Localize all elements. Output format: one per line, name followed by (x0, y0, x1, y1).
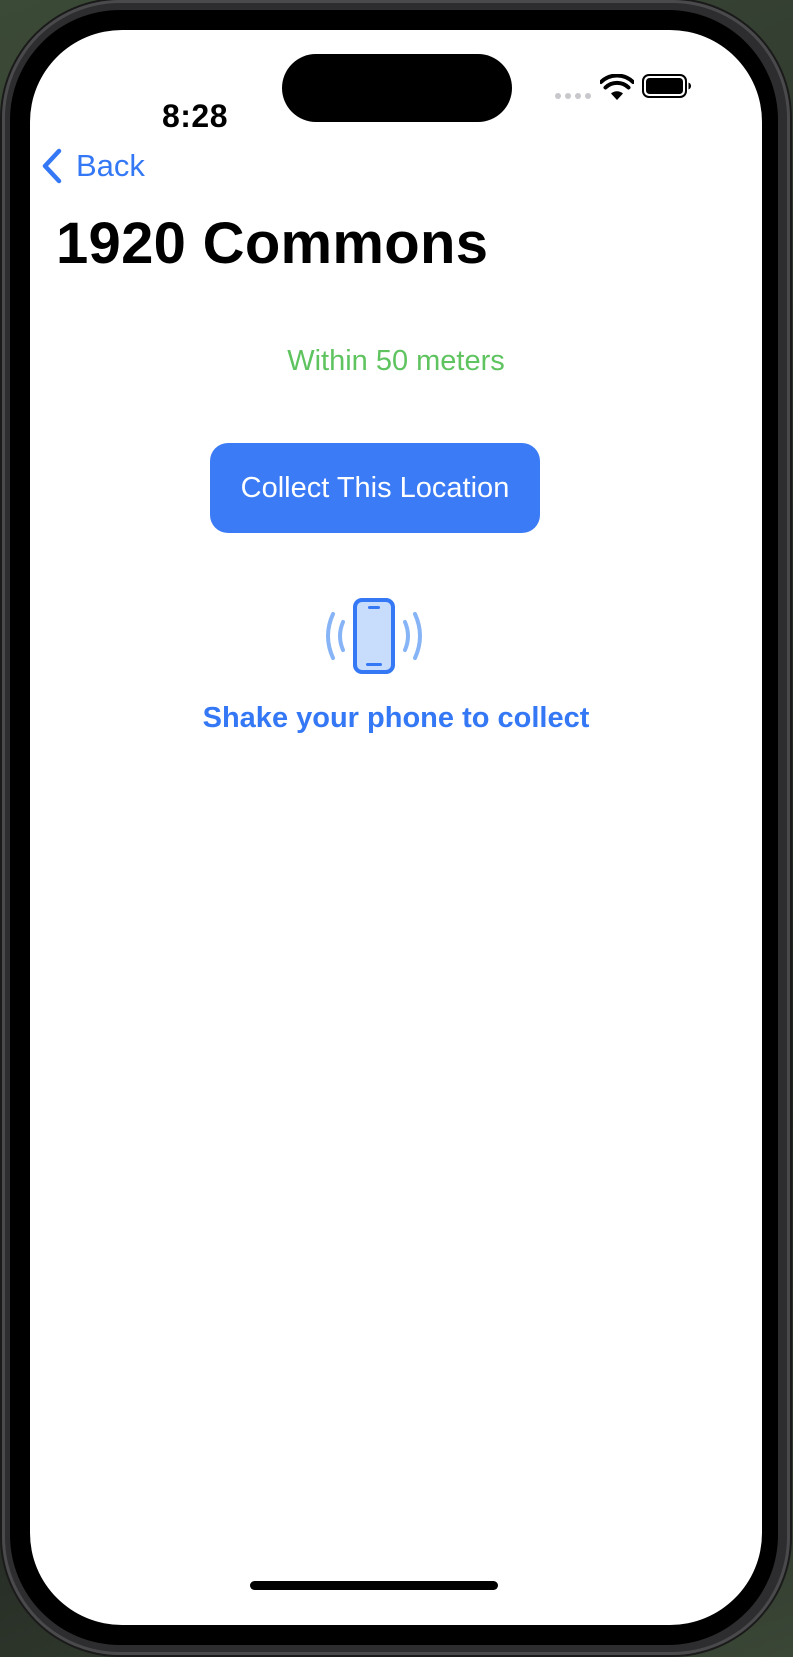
back-button[interactable]: Back (40, 142, 145, 190)
status-time: 8:28 (161, 98, 229, 134)
battery-icon (642, 74, 691, 98)
collect-location-button[interactable]: Collect This Location (210, 443, 540, 533)
home-indicator[interactable] (250, 1581, 498, 1590)
distance-status: Within 50 meters (287, 345, 505, 377)
collect-location-button-label: Collect This Location (240, 471, 510, 504)
shake-to-collect-hint: Shake your phone to collect (202, 702, 590, 734)
cellular-signal-icon (555, 93, 591, 99)
screen: 8:28 Back 1920 Commons Within 50 meters … (30, 30, 762, 1625)
iphone-radiowaves-icon (326, 598, 422, 674)
page-title: 1920 Commons (56, 211, 489, 276)
back-button-label: Back (76, 148, 145, 183)
wifi-icon (600, 74, 634, 100)
chevron-left-icon (42, 148, 62, 184)
dynamic-island (282, 54, 512, 122)
